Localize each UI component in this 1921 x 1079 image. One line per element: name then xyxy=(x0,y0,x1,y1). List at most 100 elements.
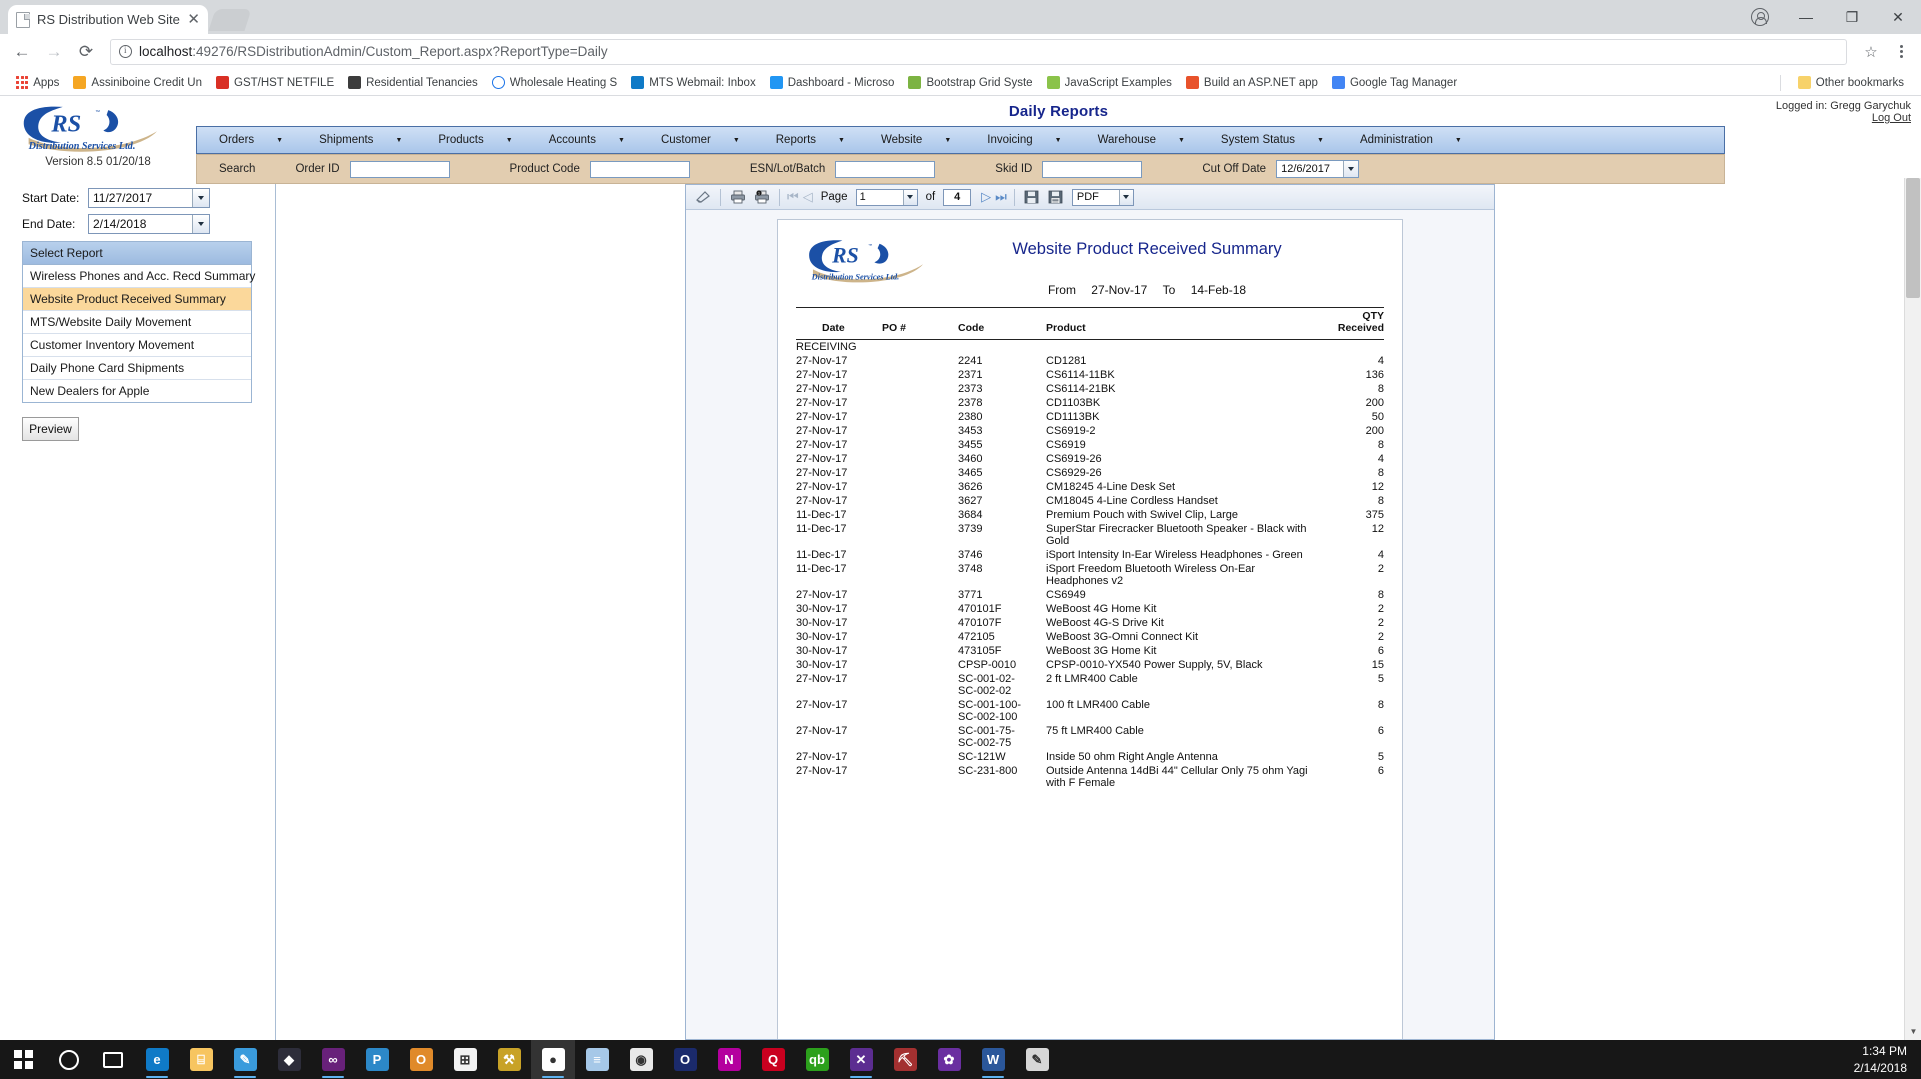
nav-label[interactable]: System Status xyxy=(1199,134,1317,146)
nav-label[interactable]: Invoicing xyxy=(965,134,1054,146)
calendar-dropdown-icon[interactable] xyxy=(1343,161,1359,177)
format-dropdown-icon[interactable] xyxy=(1118,189,1133,205)
end-date-dropdown-icon[interactable] xyxy=(192,215,209,233)
chevron-down-icon[interactable]: ▼ xyxy=(1455,137,1476,144)
taskbar-item-word-doc[interactable]: ≡ xyxy=(575,1040,619,1079)
order-id-input[interactable] xyxy=(349,160,450,178)
taskbar-item-word[interactable]: W xyxy=(971,1040,1015,1079)
last-page-icon[interactable]: ⏭ xyxy=(995,189,1007,205)
site-info-icon[interactable] xyxy=(119,45,132,58)
chevron-down-icon[interactable]: ▼ xyxy=(506,137,527,144)
nav-item-warehouse[interactable]: Warehouse ▼ xyxy=(1076,127,1199,153)
close-window-button[interactable]: ✕ xyxy=(1875,0,1921,34)
skid-id-input[interactable] xyxy=(1042,160,1143,178)
nav-item-website[interactable]: Website ▼ xyxy=(859,127,965,153)
taskbar-item-compass[interactable]: ◉ xyxy=(619,1040,663,1079)
taskbar-task-view-button[interactable] xyxy=(91,1040,135,1079)
browser-menu-icon[interactable] xyxy=(1889,45,1913,58)
chevron-down-icon[interactable]: ▼ xyxy=(618,137,639,144)
address-bar[interactable]: localhost:49276/RSDistributionAdmin/Cust… xyxy=(110,38,1847,65)
end-date-picker[interactable]: 2/14/2018 xyxy=(88,214,210,234)
chevron-down-icon[interactable]: ▼ xyxy=(1317,137,1338,144)
scrollbar-thumb[interactable] xyxy=(1906,178,1920,298)
taskbar-item-paint-3d[interactable]: ◆ xyxy=(267,1040,311,1079)
bookmark-item[interactable]: MTS Webmail: Inbox xyxy=(624,74,763,91)
profile-icon[interactable] xyxy=(1751,8,1769,26)
report-option-customer-inventory-movement[interactable]: Customer Inventory Movement xyxy=(23,334,251,357)
esn-lot-batch-input[interactable] xyxy=(835,160,936,178)
report-option-new-dealers-for-apple[interactable]: New Dealers for Apple xyxy=(23,380,251,402)
save-icon[interactable] xyxy=(1022,188,1042,207)
chevron-down-icon[interactable]: ▼ xyxy=(944,137,965,144)
start-date-dropdown-icon[interactable] xyxy=(192,189,209,207)
nav-item-customer[interactable]: Customer ▼ xyxy=(639,127,754,153)
nav-label[interactable]: Products xyxy=(416,134,505,146)
nav-item-orders[interactable]: Orders ▼ xyxy=(197,127,297,153)
taskbar-item-toolbox[interactable]: ⛏ xyxy=(883,1040,927,1079)
start-button[interactable] xyxy=(0,1040,47,1079)
taskbar-item-dev-tools[interactable]: ⚒ xyxy=(487,1040,531,1079)
taskbar-item-opera[interactable]: O xyxy=(663,1040,707,1079)
nav-item-shipments[interactable]: Shipments ▼ xyxy=(297,127,416,153)
nav-label[interactable]: Reports xyxy=(754,134,838,146)
maximize-button[interactable]: ❐ xyxy=(1829,0,1875,34)
report-option-mts-website-daily-movement[interactable]: MTS/Website Daily Movement xyxy=(23,311,251,334)
chevron-down-icon[interactable]: ▼ xyxy=(733,137,754,144)
bookmark-item[interactable]: Google Tag Manager xyxy=(1325,74,1464,91)
nav-label[interactable]: Customer xyxy=(639,134,733,146)
export-icon[interactable] xyxy=(1046,188,1066,207)
nav-item-invoicing[interactable]: Invoicing ▼ xyxy=(965,127,1075,153)
taskbar-item-microsoft-store[interactable]: ⊞ xyxy=(443,1040,487,1079)
page-vertical-scrollbar[interactable]: ▲ ▼ xyxy=(1904,178,1921,1040)
browser-tab[interactable]: RS Distribution Web Site ✕ xyxy=(8,5,208,34)
taskbar-item-visual-studio[interactable]: ∞ xyxy=(311,1040,355,1079)
taskbar-item-notepad[interactable]: ✎ xyxy=(223,1040,267,1079)
nav-item-accounts[interactable]: Accounts ▼ xyxy=(527,127,639,153)
start-date-picker[interactable]: 11/27/2017 xyxy=(88,188,210,208)
product-code-input[interactable] xyxy=(589,160,690,178)
taskbar-item-edge[interactable]: e xyxy=(135,1040,179,1079)
back-icon[interactable]: ← xyxy=(8,38,36,66)
taskbar-item-onenote[interactable]: N xyxy=(707,1040,751,1079)
taskbar-item-chrome[interactable]: ● xyxy=(531,1040,575,1079)
bookmark-item[interactable]: Build an ASP.NET app xyxy=(1179,74,1325,91)
export-format-select[interactable]: PDF xyxy=(1071,188,1134,206)
taskbar-item-outlook[interactable]: O xyxy=(399,1040,443,1079)
bookmark-item[interactable]: Bootstrap Grid Syste xyxy=(901,74,1039,91)
preview-button[interactable]: Preview xyxy=(22,417,79,441)
taskbar-clock[interactable]: 1:34 PM 2/14/2018 xyxy=(1854,1043,1907,1075)
forward-icon[interactable]: → xyxy=(40,38,68,66)
refresh-icon[interactable] xyxy=(693,188,713,207)
print-icon[interactable] xyxy=(728,188,748,207)
print-current-page-icon[interactable]: 1 xyxy=(752,188,772,207)
report-option-wireless-phones[interactable]: Wireless Phones and Acc. Recd Summary xyxy=(23,265,255,288)
report-option-website-product-received[interactable]: Website Product Received Summary xyxy=(23,288,251,311)
reload-icon[interactable]: ⟳ xyxy=(72,38,100,66)
bookmark-item[interactable]: Dashboard - Microso xyxy=(763,74,902,91)
chevron-down-icon[interactable]: ▼ xyxy=(838,137,859,144)
nav-label[interactable]: Accounts xyxy=(527,134,618,146)
nav-label[interactable]: Administration xyxy=(1338,134,1455,146)
bookmark-item[interactable]: Assiniboine Credit Un xyxy=(66,74,209,91)
close-tab-icon[interactable]: ✕ xyxy=(187,12,200,27)
report-canvas[interactable]: RS Distribution Services Ltd. ™ Website … xyxy=(686,210,1494,1039)
taskbar-item-qb-online[interactable]: qb xyxy=(795,1040,839,1079)
chevron-down-icon[interactable]: ▼ xyxy=(1055,137,1076,144)
other-bookmarks-folder[interactable]: Other bookmarks xyxy=(1791,74,1911,91)
taskbar-item-publisher[interactable]: P xyxy=(355,1040,399,1079)
chevron-down-icon[interactable]: ▼ xyxy=(276,137,297,144)
taskbar-item-quickbooks[interactable]: Q xyxy=(751,1040,795,1079)
new-tab-button[interactable] xyxy=(208,9,252,31)
nav-item-products[interactable]: Products ▼ xyxy=(416,127,526,153)
taskbar-item-file-explorer[interactable]: ⌸ xyxy=(179,1040,223,1079)
scroll-down-icon[interactable]: ▼ xyxy=(1905,1023,1921,1040)
next-page-icon[interactable]: ▷ xyxy=(981,189,991,205)
first-page-icon[interactable]: ⏮ xyxy=(787,189,799,205)
page-number-input[interactable]: 1 xyxy=(855,188,918,206)
page-dropdown-icon[interactable] xyxy=(902,189,917,205)
chevron-down-icon[interactable]: ▼ xyxy=(395,137,416,144)
nav-label[interactable]: Shipments xyxy=(297,134,395,146)
report-option-daily-phone-card-shipments[interactable]: Daily Phone Card Shipments xyxy=(23,357,251,380)
taskbar-search-button[interactable] xyxy=(47,1040,91,1079)
previous-page-icon[interactable]: ◁ xyxy=(803,189,813,205)
